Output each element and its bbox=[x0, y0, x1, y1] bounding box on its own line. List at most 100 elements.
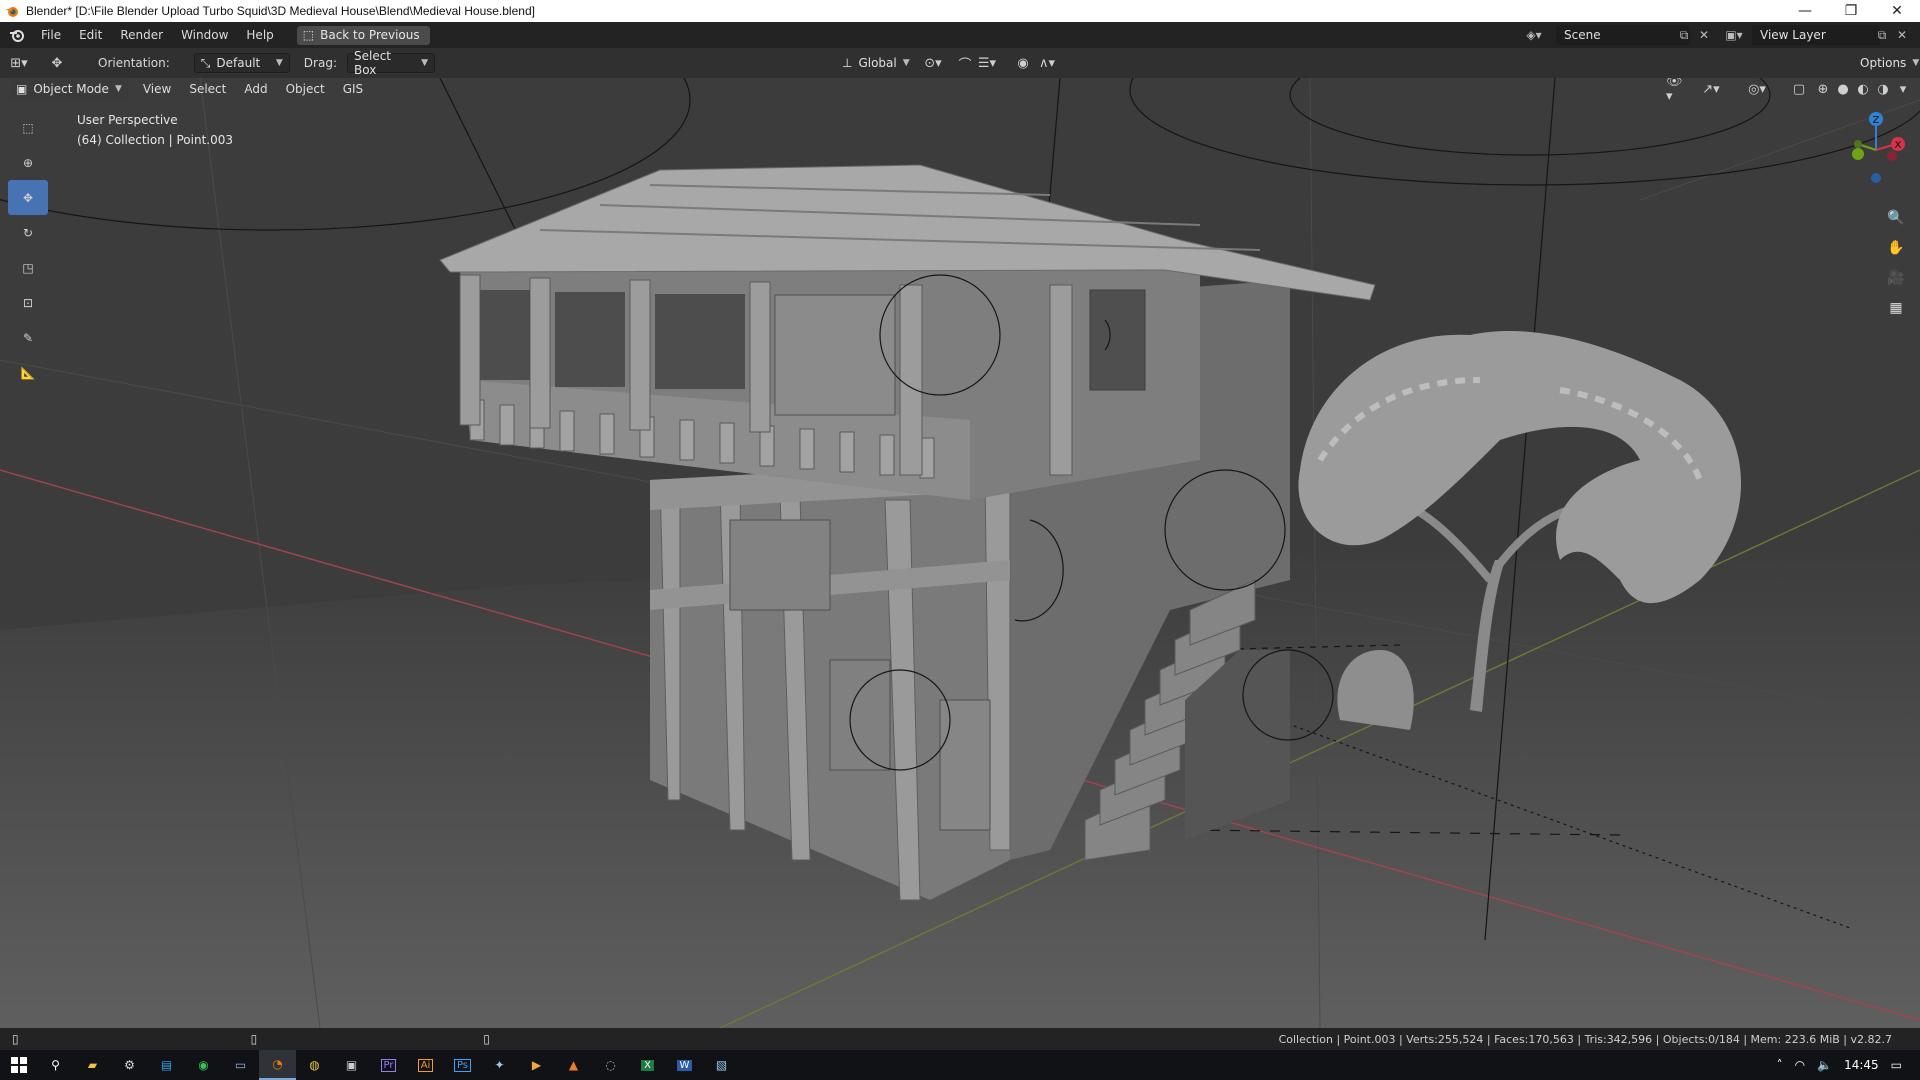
mouse-middle-icon: ▯ bbox=[250, 1032, 258, 1046]
move-tool-indicator-icon: ✥ bbox=[51, 55, 63, 71]
tool-shelf: ⬚ ⊕ ✥ ↻ ◳ ⊡ ✎ 📐 bbox=[8, 110, 48, 390]
move-tool[interactable]: ✥ bbox=[8, 180, 48, 215]
editor-type-icon[interactable]: ⊞▾ bbox=[8, 53, 30, 73]
camera-view-icon[interactable]: 🎥 bbox=[1882, 264, 1910, 292]
3d-viewport[interactable]: ▣ Object Mode ▼ View Select Add Object G… bbox=[0, 78, 1920, 1028]
settings-icon[interactable]: ⚙ bbox=[111, 1050, 148, 1080]
scene-copy-icon[interactable]: ⧉ bbox=[1674, 26, 1694, 44]
app-window-icon[interactable]: ▭ bbox=[222, 1050, 259, 1080]
gizmo-toggle-icon[interactable]: ↗▾ bbox=[1700, 79, 1722, 99]
clock-time[interactable]: 14:45 bbox=[1844, 1058, 1879, 1072]
search-icon[interactable]: ⚲ bbox=[37, 1050, 74, 1080]
scale-tool[interactable]: ◳ bbox=[8, 250, 48, 285]
measure-icon: 📐 bbox=[20, 365, 36, 380]
scene-statistics: Collection | Point.003 | Verts:255,524 |… bbox=[1278, 1032, 1892, 1046]
cursor-tool[interactable]: ⊕ bbox=[8, 145, 48, 180]
annotate-tool[interactable]: ✎ bbox=[8, 320, 48, 355]
blender-logo-icon[interactable] bbox=[8, 26, 26, 44]
snap-icon[interactable]: ⌒ bbox=[954, 53, 976, 73]
drag-dropdown[interactable]: Select Box ▼ bbox=[346, 49, 435, 77]
y-axis-handle bbox=[1852, 148, 1864, 160]
object-mode-dropdown[interactable]: ▣ Object Mode ▼ bbox=[10, 79, 128, 99]
minimize-button[interactable]: — bbox=[1782, 0, 1828, 22]
falloff-icon[interactable]: ∧▾ bbox=[1036, 53, 1058, 73]
whatsapp-icon[interactable]: ◉ bbox=[185, 1050, 222, 1080]
scene-name-field[interactable]: Scene bbox=[1556, 25, 1690, 45]
menu-edit[interactable]: Edit bbox=[70, 22, 111, 48]
store-icon[interactable]: ▤ bbox=[148, 1050, 185, 1080]
viewport-menu-view[interactable]: View bbox=[134, 78, 180, 102]
viewport-menu-select[interactable]: Select bbox=[180, 78, 235, 102]
restore-button[interactable]: ❐ bbox=[1828, 0, 1874, 22]
wifi-icon[interactable]: ◠ bbox=[1795, 1058, 1805, 1072]
close-button[interactable]: ✕ bbox=[1874, 0, 1920, 22]
transform-orientation-dropdown[interactable]: ⊥ Global ▼ bbox=[836, 53, 914, 73]
measure-tool[interactable]: 📐 bbox=[8, 355, 48, 390]
view-layer-copy-icon[interactable]: ⧉ bbox=[1872, 26, 1892, 44]
pivot-point-icon[interactable]: ⊙▾ bbox=[922, 53, 944, 73]
annotate-icon: ✎ bbox=[22, 330, 34, 345]
circle-app-icon[interactable]: ◌ bbox=[592, 1050, 629, 1080]
vlc-icon[interactable]: ▲ bbox=[555, 1050, 592, 1080]
xray-icon[interactable]: ▢ bbox=[1788, 79, 1810, 99]
terminal-icon[interactable]: ▣ bbox=[333, 1050, 370, 1080]
overlays-icon[interactable]: ◎▾ bbox=[1746, 79, 1768, 99]
snap-settings-icon[interactable]: ☰▾ bbox=[976, 53, 998, 73]
file-explorer-icon[interactable]: ▰ bbox=[74, 1050, 111, 1080]
start-button[interactable] bbox=[0, 1050, 37, 1080]
shading-options-icon[interactable]: ▾ bbox=[1892, 79, 1914, 99]
perspective-toggle-icon[interactable]: ▦ bbox=[1882, 294, 1910, 322]
word-icon[interactable]: W bbox=[666, 1050, 703, 1080]
rendered-shading-icon[interactable]: ◑ bbox=[1872, 79, 1894, 99]
orientation-dropdown[interactable]: ⤡ Default ▼ bbox=[193, 53, 290, 73]
material-shading-icon[interactable]: ◐ bbox=[1852, 79, 1874, 99]
mouse-right-icon: ▯ bbox=[483, 1032, 490, 1046]
transform-tool[interactable]: ⊡ bbox=[8, 285, 48, 320]
navigation-gizmo[interactable]: Z X bbox=[1830, 108, 1910, 198]
menu-file[interactable]: File bbox=[32, 22, 70, 48]
pan-hand-icon[interactable]: ✋ bbox=[1882, 234, 1910, 262]
view-layer-name: View Layer bbox=[1760, 28, 1826, 42]
solid-shading-icon[interactable]: ● bbox=[1832, 79, 1854, 99]
premiere-icon[interactable]: Pr bbox=[370, 1050, 407, 1080]
chevron-down-icon: ▼ bbox=[1912, 58, 1920, 68]
back-to-previous-button[interactable]: ⬚ Back to Previous bbox=[296, 25, 430, 45]
blender-taskbar-icon[interactable]: ◔ bbox=[259, 1050, 296, 1080]
volume-icon[interactable]: 🔈 bbox=[1817, 1058, 1832, 1072]
lower-window bbox=[729, 519, 831, 611]
menu-help[interactable]: Help bbox=[237, 22, 282, 48]
viewport-menu-object[interactable]: Object bbox=[277, 78, 334, 102]
chevron-down-icon: ▼ bbox=[421, 58, 428, 68]
options-dropdown[interactable]: Options ▼ bbox=[1854, 53, 1919, 73]
zoom-icon[interactable]: 🔍 bbox=[1882, 204, 1910, 232]
chevron-down-icon: ▼ bbox=[275, 58, 283, 68]
visibility-icon[interactable]: 👁▾ bbox=[1666, 78, 1688, 104]
excel-icon[interactable]: X bbox=[629, 1050, 666, 1080]
image-app-icon[interactable]: ▧ bbox=[703, 1050, 740, 1080]
perspective-label: User Perspective bbox=[77, 113, 178, 127]
windows-logo-icon bbox=[10, 1057, 27, 1073]
select-box-icon: ⬚ bbox=[22, 120, 34, 135]
feather-app-icon[interactable]: ✦ bbox=[481, 1050, 518, 1080]
proportional-editing-icon[interactable]: ◉ bbox=[1012, 53, 1034, 73]
select-box-tool[interactable]: ⬚ bbox=[8, 110, 48, 145]
view-layer-remove-icon[interactable]: ✕ bbox=[1892, 26, 1912, 44]
media-app-icon[interactable]: ▶ bbox=[518, 1050, 555, 1080]
view-layer-selector-icon[interactable]: ▣▾ bbox=[1724, 26, 1744, 44]
photoshop-icon[interactable]: Ps bbox=[444, 1050, 481, 1080]
illustrator-icon[interactable]: Ai bbox=[407, 1050, 444, 1080]
view-layer-field[interactable]: View Layer bbox=[1752, 25, 1880, 45]
scene-selector-icon[interactable]: ◈▾ bbox=[1524, 26, 1544, 44]
chrome-icon[interactable]: ◍ bbox=[296, 1050, 333, 1080]
top-menubar: File Edit Render Window Help ⬚ Back to P… bbox=[0, 22, 1920, 48]
cursor-icon: ⊕ bbox=[22, 155, 34, 170]
viewport-menu-add[interactable]: Add bbox=[235, 78, 276, 102]
scene-remove-icon[interactable]: ✕ bbox=[1694, 26, 1714, 44]
notification-icon[interactable]: ▭ bbox=[1891, 1058, 1902, 1072]
rotate-tool[interactable]: ↻ bbox=[8, 215, 48, 250]
tray-expand-icon[interactable]: ˄ bbox=[1777, 1058, 1783, 1072]
menu-window[interactable]: Window bbox=[172, 22, 237, 48]
menu-render[interactable]: Render bbox=[111, 22, 172, 48]
viewport-menu-gis[interactable]: GIS bbox=[334, 78, 372, 102]
wireframe-shading-icon[interactable]: ⊕ bbox=[1812, 79, 1834, 99]
